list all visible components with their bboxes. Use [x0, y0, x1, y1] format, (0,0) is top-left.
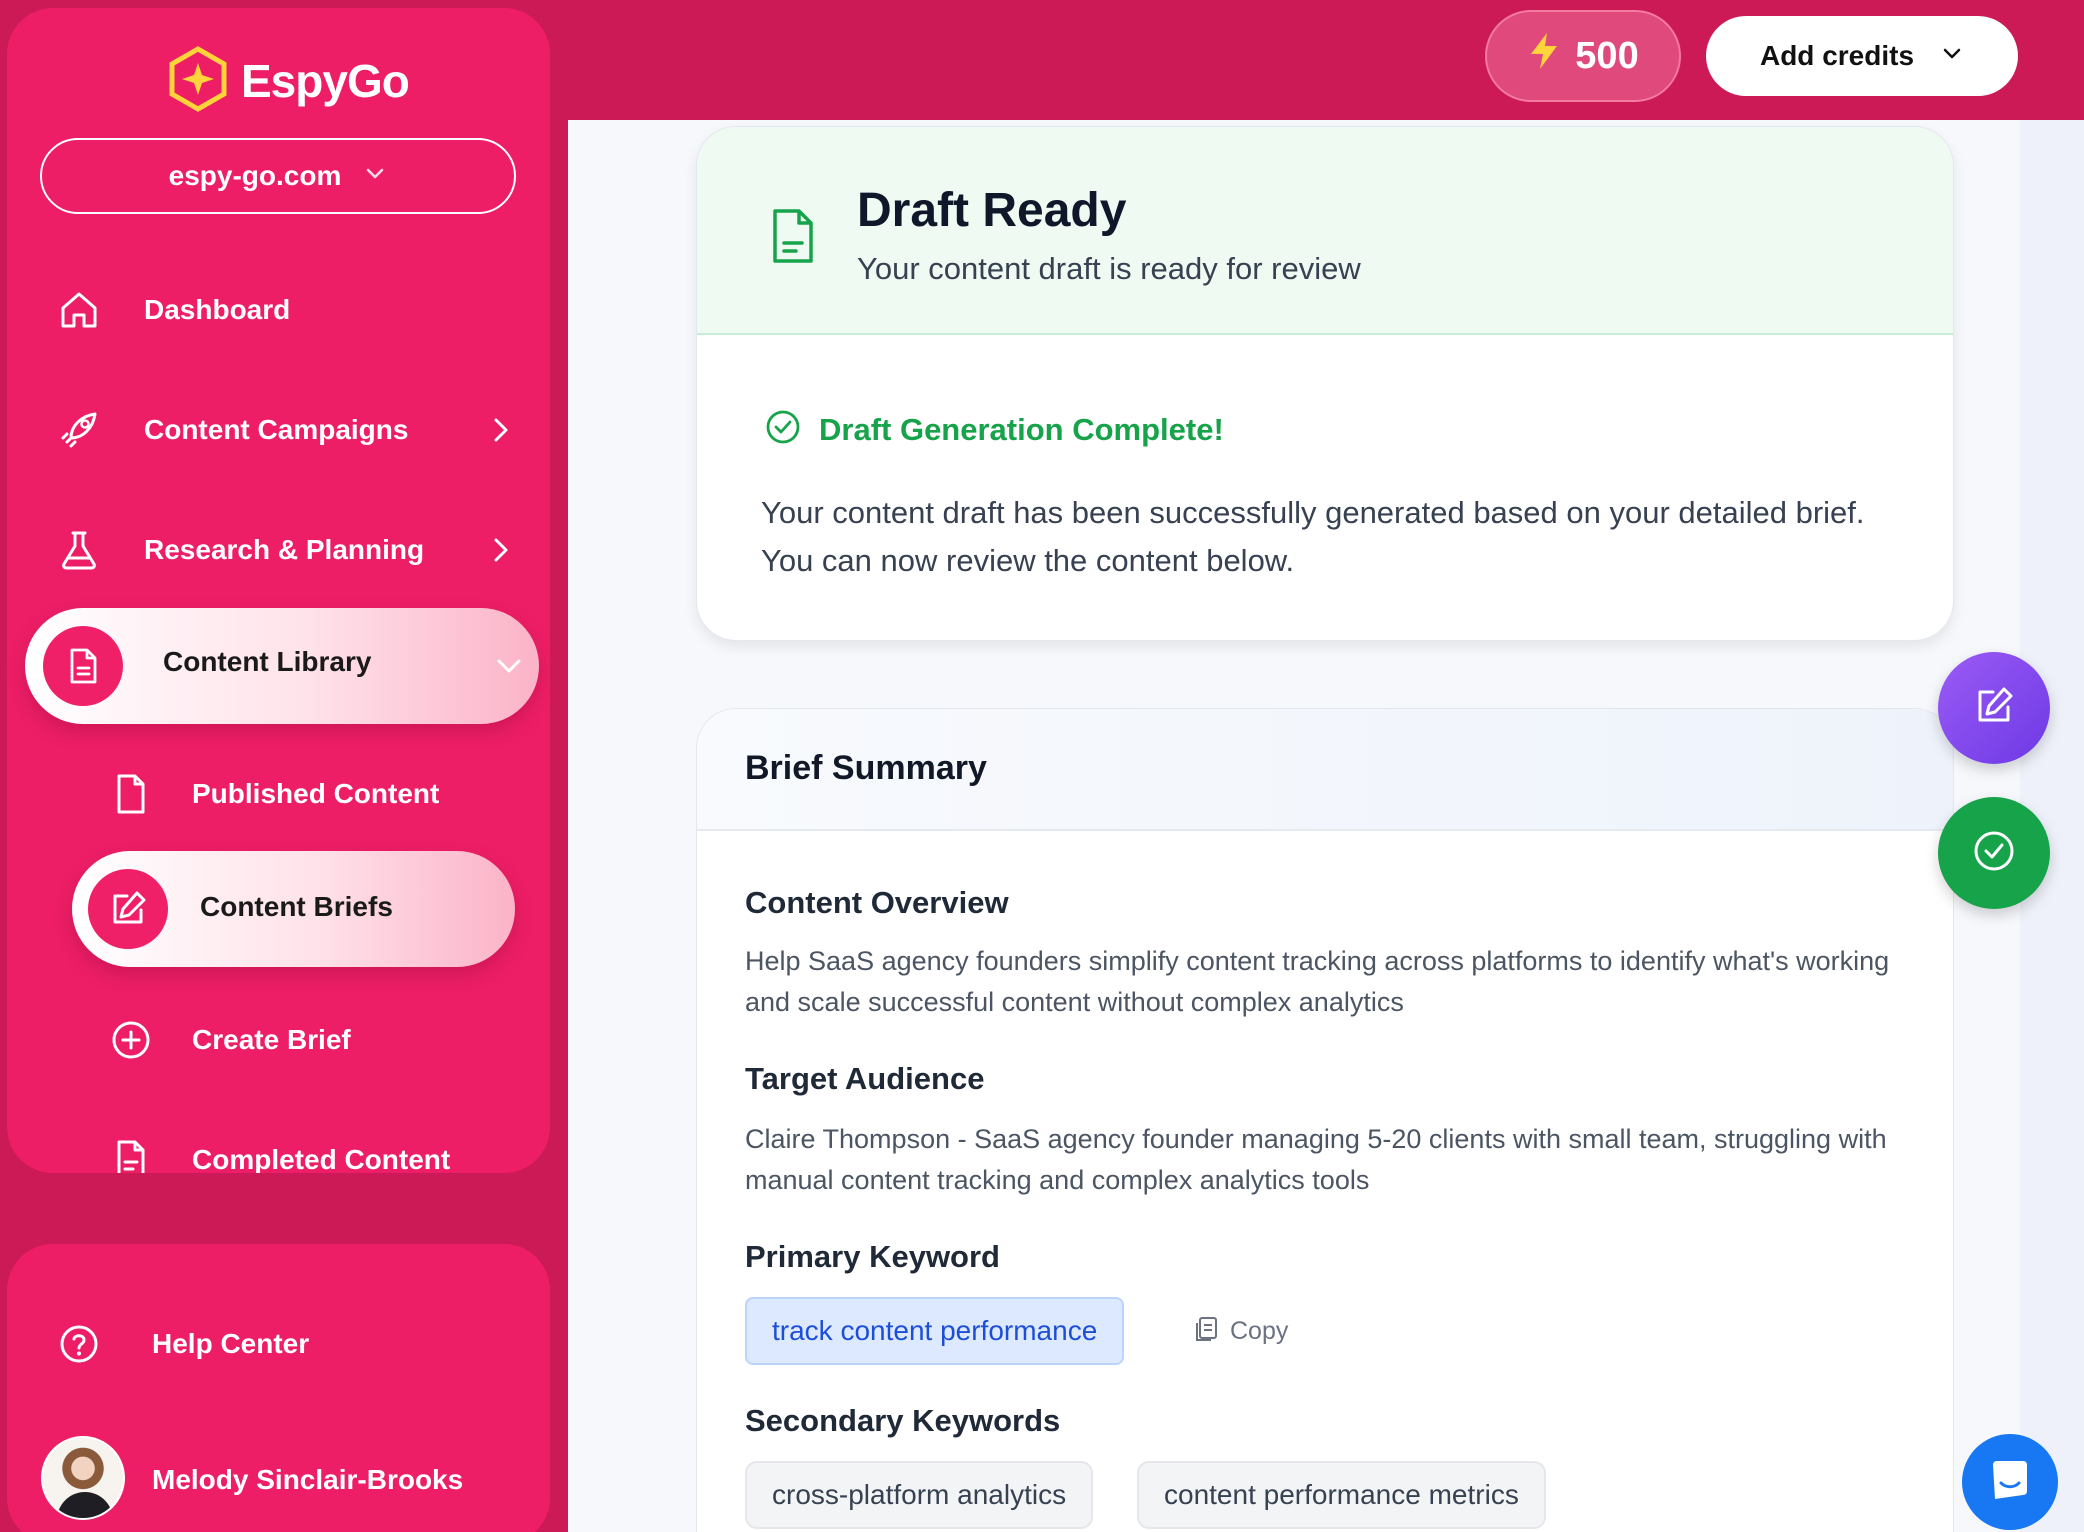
flask-icon: [57, 528, 101, 572]
chat-icon: [1987, 1457, 2033, 1508]
add-credits-label: Add credits: [1759, 40, 1915, 71]
check-circle-icon: [1972, 829, 2016, 878]
draft-title: Draft Ready: [857, 184, 1127, 237]
draft-ready-card: Draft Ready Your content draft is ready …: [696, 126, 1954, 641]
add-credits-button[interactable]: Add credits: [1706, 16, 2018, 96]
credits-badge[interactable]: 500: [1485, 10, 1681, 102]
sub-published-content[interactable]: Published Content: [7, 754, 550, 834]
nav-library-label: Content Library: [163, 646, 372, 677]
copy-button[interactable]: Copy: [1192, 1307, 1288, 1355]
home-icon: [57, 288, 101, 332]
brief-title: Brief Summary: [745, 749, 987, 787]
primary-keyword-heading: Primary Keyword: [745, 1239, 1000, 1274]
chevron-right-icon: [485, 534, 517, 566]
secondary-keyword-chip[interactable]: content performance metrics: [1137, 1461, 1546, 1529]
draft-status: Draft Generation Complete!: [765, 409, 1224, 450]
secondary-keyword-chip[interactable]: cross-platform analytics: [745, 1461, 1094, 1529]
plus-circle-icon: [109, 1018, 153, 1062]
sub-content-briefs[interactable]: Content Briefs: [72, 851, 515, 967]
edit-icon: [1971, 683, 2017, 734]
draft-subtitle: Your content draft is ready for review: [857, 251, 1361, 286]
clipboard-icon: [1192, 1314, 1220, 1349]
approve-fab-button[interactable]: [1938, 797, 2050, 909]
rocket-icon: [57, 408, 101, 452]
help-label: Help Center: [152, 1328, 310, 1359]
sub-completed-label: Completed Content: [192, 1144, 451, 1173]
user-name: Melody Sinclair-Brooks: [152, 1464, 464, 1495]
primary-keyword-chip[interactable]: track content performance: [745, 1297, 1125, 1365]
domain-select-value: espy-go.com: [168, 160, 342, 191]
file-icon: [109, 772, 153, 816]
chat-widget-button[interactable]: [1962, 1434, 2058, 1530]
nav-research-label: Research & Planning: [144, 534, 425, 565]
avatar: [41, 1436, 125, 1520]
chevron-right-icon: [485, 414, 517, 446]
nav-content-library[interactable]: Content Library: [25, 608, 539, 724]
brand-logo[interactable]: EspyGo: [165, 45, 410, 117]
credits-count: 500: [1575, 34, 1639, 77]
nav-research-planning[interactable]: Research & Planning: [7, 510, 550, 590]
main-content: Draft Ready Your content draft is ready …: [568, 120, 2084, 1532]
copy-label: Copy: [1230, 1316, 1289, 1345]
file-text-icon: [109, 1138, 153, 1173]
sub-completed-content[interactable]: Completed Content: [7, 1120, 550, 1173]
nav-dashboard[interactable]: Dashboard: [7, 270, 550, 350]
brief-summary-card: Brief Summary Content Overview Help SaaS…: [696, 708, 1954, 1532]
sidebar: EspyGo espy-go.com Dashboard Content Cam…: [7, 8, 550, 1173]
nav-help-center[interactable]: Help Center: [7, 1304, 550, 1384]
document-icon: [769, 207, 817, 270]
chevron-down-icon: [363, 160, 387, 192]
chevron-down-icon: [493, 650, 525, 687]
sidebar-footer: Help Center Melody Sinclair-Brooks: [7, 1244, 550, 1532]
document-icon: [43, 626, 123, 706]
edit-fab-button[interactable]: [1938, 652, 2050, 764]
target-audience-heading: Target Audience: [745, 1061, 985, 1096]
nav-campaigns-label: Content Campaigns: [144, 414, 409, 445]
hexagon-star-icon: [165, 45, 231, 117]
content-overview-heading: Content Overview: [745, 885, 1009, 920]
nav-dashboard-label: Dashboard: [144, 294, 291, 325]
content-overview-text: Help SaaS agency founders simplify conte…: [745, 946, 1890, 1017]
check-circle-icon: [765, 409, 801, 450]
sub-create-label: Create Brief: [192, 1024, 351, 1055]
help-circle-icon: [57, 1322, 101, 1373]
brief-header: Brief Summary: [697, 709, 1953, 831]
domain-select[interactable]: espy-go.com: [40, 138, 516, 214]
sub-create-brief[interactable]: Create Brief: [7, 1000, 550, 1080]
draft-header: Draft Ready Your content draft is ready …: [697, 127, 1953, 335]
nav-content-campaigns[interactable]: Content Campaigns: [7, 390, 550, 470]
target-audience-text: Claire Thompson - SaaS agency founder ma…: [745, 1124, 1887, 1195]
sub-published-label: Published Content: [192, 778, 440, 809]
draft-status-text: Draft Generation Complete!: [819, 411, 1224, 447]
edit-icon: [88, 869, 168, 949]
chevron-down-icon: [1940, 40, 1964, 72]
secondary-keywords-heading: Secondary Keywords: [745, 1403, 1061, 1438]
sub-briefs-label: Content Briefs: [200, 891, 393, 922]
brand-name: EspyGo: [241, 55, 410, 107]
lightning-icon: [1527, 31, 1561, 81]
draft-description: Your content draft has been successfully…: [761, 495, 1865, 578]
user-profile[interactable]: Melody Sinclair-Brooks: [7, 1430, 550, 1530]
